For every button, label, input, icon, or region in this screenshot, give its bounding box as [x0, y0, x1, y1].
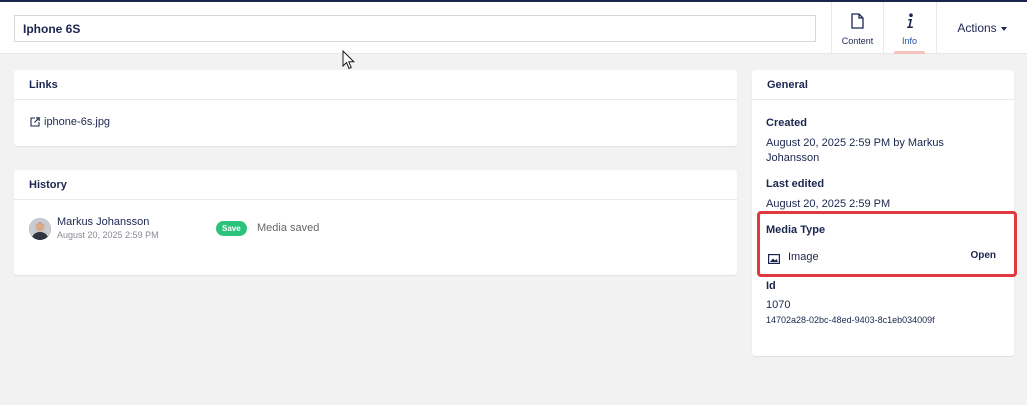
id-value: 1070: [766, 299, 791, 311]
avatar: [29, 218, 51, 240]
tab-info[interactable]: Info: [883, 2, 935, 54]
external-link-icon: [30, 117, 40, 127]
media-type-highlight: [757, 211, 1017, 277]
links-panel: Links iphone-6s.jpg: [14, 70, 737, 146]
history-user: Markus Johansson: [57, 216, 150, 228]
history-entry: Markus Johansson August 20, 2025 2:59 PM…: [29, 216, 719, 248]
actions-label: Actions: [957, 21, 997, 35]
info-icon: [884, 13, 935, 31]
editor-header: Content Info Actions: [0, 2, 1027, 54]
links-title: Links: [14, 70, 737, 100]
created-label: Created: [766, 117, 807, 129]
history-message: Media saved: [257, 222, 320, 234]
created-value: August 20, 2025 2:59 PM by Markus Johans…: [766, 137, 944, 164]
history-title: History: [14, 170, 737, 200]
active-tab-indicator: [894, 51, 925, 54]
media-link-label: iphone-6s.jpg: [44, 116, 111, 128]
key-value: 14702a28-02bc-48ed-9403-8c1eb034009f: [766, 315, 935, 325]
history-panel: History Markus Johansson August 20, 2025…: [14, 170, 737, 275]
tab-content-label: Content: [841, 36, 874, 46]
tab-info-label: Info: [901, 36, 917, 46]
tab-content[interactable]: Content: [831, 2, 883, 54]
last-edited-label: Last edited: [766, 178, 825, 190]
id-label: Id: [766, 280, 776, 292]
media-link[interactable]: iphone-6s.jpg: [30, 116, 110, 128]
document-icon: [832, 13, 883, 31]
actions-button[interactable]: Actions: [936, 2, 1027, 54]
mouse-pointer-icon: [342, 49, 356, 73]
save-badge: Save: [216, 221, 247, 236]
last-edited-value: August 20, 2025 2:59 PM: [766, 198, 891, 210]
general-title: General: [752, 70, 1014, 100]
name-input[interactable]: [14, 15, 816, 42]
history-date: August 20, 2025 2:59 PM: [57, 230, 159, 240]
caret-down-icon: [1000, 26, 1007, 31]
